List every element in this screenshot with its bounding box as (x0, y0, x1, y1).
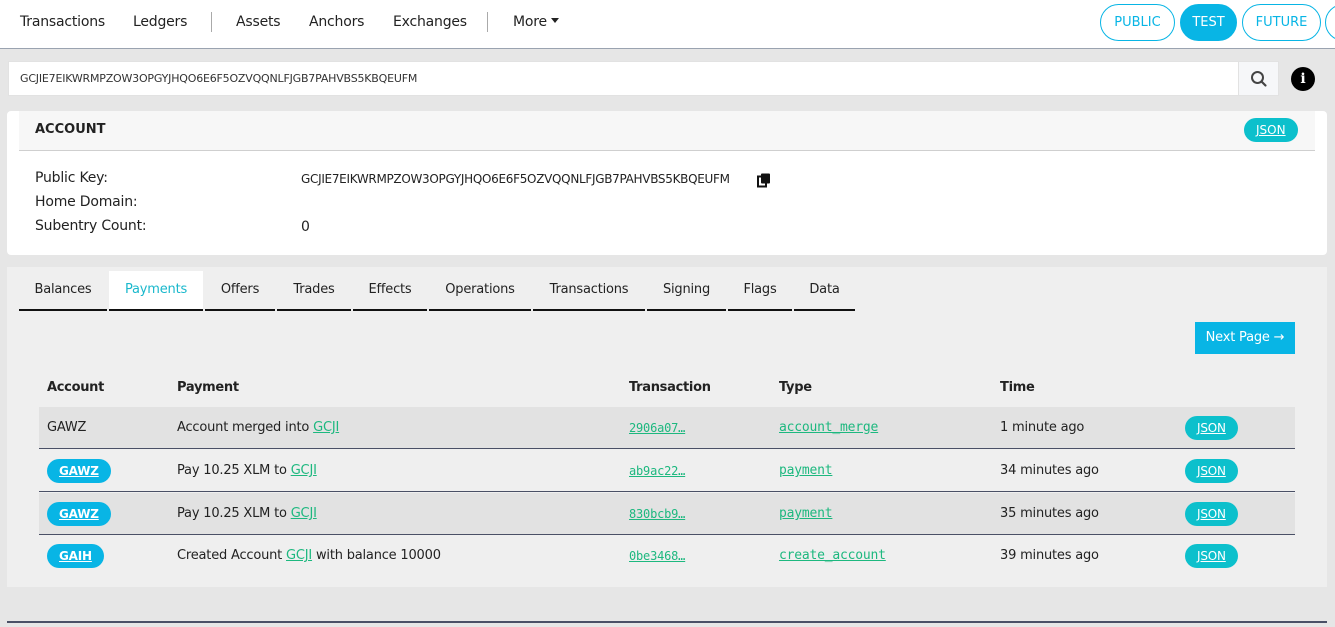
account-panel: ACCOUNT JSON Public Key: GCJIE7EIKWRMPZO… (7, 111, 1327, 255)
column-header-time: Time (1000, 380, 1035, 395)
json-cell: JSON (1185, 407, 1238, 449)
tab-payments[interactable]: Payments (109, 271, 203, 311)
search-icon (1251, 71, 1267, 87)
caret-down-icon (550, 18, 559, 23)
json-cell: JSON (1185, 493, 1238, 535)
tab-balances[interactable]: Balances (19, 271, 107, 311)
tab-transactions[interactable]: Transactions (533, 271, 645, 311)
account-cell: GAWZ (47, 493, 111, 535)
tab-signing[interactable]: Signing (647, 271, 726, 311)
payment-cell: Created Account GCJI with balance 10000 (177, 535, 441, 577)
nav-anchors[interactable]: Anchors (309, 14, 364, 30)
payment-account-link[interactable]: GCJI (286, 548, 312, 563)
top-nav: Transactions Ledgers Assets Anchors Exch… (0, 0, 1335, 49)
type-link[interactable]: create_account (779, 535, 886, 577)
public-key-label: Public Key: (35, 170, 108, 186)
table-row: GAWZ Pay 10.25 XLM to GCJI ab9ac22… paym… (39, 450, 1295, 492)
public-key-value: GCJIE7EIKWRMPZOW3OPGYJHQO6E6F5OZVQQNLFJG… (301, 172, 730, 186)
subentry-count-label: Subentry Count: (35, 218, 147, 234)
nav-more-dropdown[interactable]: More (513, 14, 559, 30)
time-cell: 35 minutes ago (1000, 506, 1099, 521)
row-json-button[interactable]: JSON (1185, 458, 1238, 483)
payment-account-link[interactable]: GCJI (291, 506, 317, 521)
column-header-account: Account (47, 380, 105, 395)
network-test-button[interactable]: TEST (1180, 4, 1237, 41)
type-link[interactable]: account_merge (779, 407, 878, 449)
copy-icon[interactable] (757, 173, 771, 188)
info-icon[interactable]: i (1291, 67, 1315, 91)
tab-trades[interactable]: Trades (277, 271, 351, 311)
account-title: ACCOUNT (35, 122, 106, 137)
tab-data[interactable]: Data (794, 271, 855, 311)
table-row: GAWZ Account merged into GCJI 2906a07… a… (39, 407, 1295, 449)
search-input[interactable] (9, 62, 1239, 95)
time-cell: 1 minute ago (1000, 420, 1085, 435)
payment-suffix: with balance 10000 (312, 548, 441, 563)
tab-operations[interactable]: Operations (429, 271, 531, 311)
network-public-button[interactable]: PUBLIC (1100, 4, 1175, 41)
time-cell: 34 minutes ago (1000, 463, 1099, 478)
network-extra-button[interactable] (1325, 4, 1335, 41)
tab-flags[interactable]: Flags (728, 271, 792, 311)
nav-transactions[interactable]: Transactions (20, 14, 105, 30)
search-button[interactable] (1238, 62, 1278, 95)
home-domain-label: Home Domain: (35, 194, 138, 210)
payment-text: Created Account (177, 548, 287, 563)
tab-offers[interactable]: Offers (205, 271, 275, 311)
nav-exchanges[interactable]: Exchanges (393, 14, 467, 30)
next-page-button[interactable]: Next Page → (1195, 322, 1295, 354)
account-link-button[interactable]: GAIH (47, 543, 104, 568)
footer-divider (7, 621, 1327, 623)
payment-cell: Pay 10.25 XLM to GCJI (177, 493, 317, 535)
column-header-type: Type (779, 380, 812, 395)
payment-cell: Account merged into GCJI (177, 407, 339, 449)
transaction-link[interactable]: ab9ac22… (629, 450, 685, 492)
account-link-button[interactable]: GAWZ (47, 501, 111, 526)
account-link-button[interactable]: GAWZ (47, 458, 111, 483)
account-cell: GAWZ (47, 420, 87, 435)
payment-account-link[interactable]: GCJI (291, 463, 317, 478)
row-json-button[interactable]: JSON (1185, 501, 1238, 526)
json-cell: JSON (1185, 535, 1238, 577)
time-cell: 39 minutes ago (1000, 548, 1099, 563)
account-header: ACCOUNT JSON (19, 111, 1315, 151)
row-json-button[interactable]: JSON (1185, 543, 1238, 568)
nav-divider (211, 12, 212, 32)
payment-text: Pay 10.25 XLM to (177, 463, 291, 478)
network-future-button[interactable]: FUTURE (1242, 4, 1321, 41)
search-bar (8, 61, 1279, 96)
payment-text: Account merged into (177, 420, 314, 435)
nav-assets[interactable]: Assets (236, 14, 281, 30)
subentry-count-value: 0 (301, 219, 310, 235)
column-header-transaction: Transaction (629, 380, 711, 395)
payment-account-link[interactable]: GCJI (313, 420, 339, 435)
table-row: GAIH Created Account GCJI with balance 1… (39, 535, 1295, 577)
type-link[interactable]: payment (779, 493, 833, 535)
transaction-link[interactable]: 2906a07… (629, 407, 685, 449)
nav-more-label: More (513, 14, 547, 30)
column-header-payment: Payment (177, 380, 239, 395)
account-cell: GAWZ (47, 450, 111, 492)
tabs-panel: Balances Payments Offers Trades Effects … (7, 267, 1327, 587)
transaction-link[interactable]: 0be3468… (629, 535, 685, 577)
json-cell: JSON (1185, 450, 1238, 492)
account-json-button[interactable]: JSON (1244, 118, 1298, 142)
payment-cell: Pay 10.25 XLM to GCJI (177, 450, 317, 492)
transaction-link[interactable]: 830bcb9… (629, 493, 685, 535)
tab-effects[interactable]: Effects (353, 271, 427, 311)
row-json-button[interactable]: JSON (1185, 415, 1238, 440)
account-cell: GAIH (47, 535, 104, 577)
nav-ledgers[interactable]: Ledgers (133, 14, 187, 30)
nav-divider (487, 12, 488, 32)
table-row: GAWZ Pay 10.25 XLM to GCJI 830bcb9… paym… (39, 493, 1295, 535)
payment-text: Pay 10.25 XLM to (177, 506, 291, 521)
type-link[interactable]: payment (779, 450, 833, 492)
